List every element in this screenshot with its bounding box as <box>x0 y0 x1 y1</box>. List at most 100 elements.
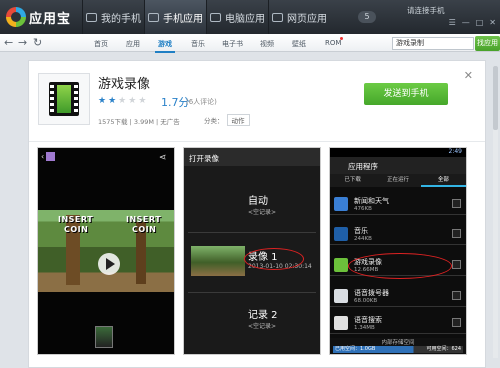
nav-ebooks[interactable]: 电子书 <box>222 39 243 49</box>
refresh-icon[interactable]: ↻ <box>33 36 42 49</box>
scroll-thumb[interactable] <box>493 66 498 130</box>
nav-rom[interactable]: ROM <box>325 39 341 47</box>
app-size: 68.00KB <box>354 298 378 304</box>
title-bar: 应用宝 我的手机 手机应用 电脑应用 网页应用 5 请连接手机 ☰ — □ ✕ <box>0 0 500 34</box>
list-item: 音乐 244KB <box>330 223 466 245</box>
checkbox <box>452 291 461 300</box>
nav-games[interactable]: 游戏 <box>155 39 175 53</box>
slot-label: 记录 2 <box>248 310 278 321</box>
film-icon <box>49 82 79 116</box>
free-space: 可用空间：624 <box>426 346 461 352</box>
checkbox <box>452 260 461 269</box>
download-count: 1575下载 <box>98 118 128 126</box>
search-button[interactable]: 找应用 <box>475 36 500 51</box>
back-icon[interactable]: ← <box>4 36 13 49</box>
slot-thumbnail <box>191 246 245 276</box>
maximize-icon[interactable]: □ <box>476 18 484 27</box>
app-size: 3.99M <box>133 118 154 126</box>
tab-downloaded: 已下载 <box>344 177 361 183</box>
divider <box>188 292 316 293</box>
screenshot-2[interactable]: 打开录像 自动 <空记录> 录像 1 2013-01-10 02:30:14 记… <box>183 147 321 355</box>
divider <box>188 232 316 233</box>
app-name: 游戏录像 <box>98 77 151 92</box>
window-controls: ☰ — □ ✕ <box>449 18 496 27</box>
tab-label: 手机应用 <box>163 13 203 25</box>
tab-my-phone[interactable]: 我的手机 <box>82 0 144 34</box>
notification-badge[interactable]: 5 <box>358 11 376 23</box>
screen-title: 应用程序 <box>330 157 466 174</box>
category-label: 分类： <box>204 117 224 125</box>
app-meta: 1575下载 | 3.99M | 无广告 <box>98 118 180 126</box>
monitor-icon <box>210 12 221 22</box>
scrollbar[interactable] <box>493 66 498 358</box>
app-size: 244KB <box>354 236 372 242</box>
new-dot-icon <box>340 37 343 40</box>
app-title: 应用宝 <box>29 12 72 27</box>
app-name: 新闻和天气 <box>354 197 389 205</box>
tab-running: 正在运行 <box>386 177 409 183</box>
highlight-circle <box>348 253 452 279</box>
review-count[interactable]: (6人评论) <box>186 97 217 107</box>
checkbox <box>452 199 461 208</box>
list-item: 语音搜索 1.34MB <box>330 312 466 334</box>
news-weather-icon <box>334 197 348 211</box>
play-icon[interactable] <box>98 253 120 275</box>
minimize-icon[interactable]: — <box>462 18 470 27</box>
send-to-phone-button[interactable]: 发送到手机 <box>364 83 448 105</box>
dialog-title: 打开录像 <box>184 148 320 166</box>
screenshot-1[interactable]: ‹ ⋖ INSERT INSERT COIN COIN <box>37 147 175 355</box>
close-icon[interactable]: ✕ <box>489 18 496 27</box>
game-scene: INSERT INSERT COIN COIN <box>38 210 174 292</box>
slot-2: 记录 2 <空记录> <box>248 306 278 330</box>
search-input[interactable]: 游戏录制 <box>392 37 474 50</box>
thumbnail <box>95 326 113 348</box>
screenshot-3[interactable]: 2:49 应用程序 已下载 正在运行 全部 新闻和天气 476KB 音乐 244… <box>329 147 467 355</box>
slot-sub: <空记录> <box>248 209 277 216</box>
app-logo-icon <box>6 7 26 27</box>
app-tabs: 已下载 正在运行 全部 <box>330 174 466 187</box>
game-text: INSERT <box>126 215 162 224</box>
nav-apps[interactable]: 应用 <box>126 39 140 49</box>
forward-icon[interactable]: → <box>18 36 27 49</box>
microphone-icon <box>334 316 348 330</box>
menu-icon[interactable]: ☰ <box>449 18 456 27</box>
film-icon <box>334 258 348 272</box>
tab-label: 电脑应用 <box>225 13 265 25</box>
checkbox <box>452 318 461 327</box>
list-item: 新闻和天气 476KB <box>330 193 466 215</box>
status-bar: 2:49 <box>330 148 466 157</box>
dialer-icon <box>334 289 348 303</box>
category: 分类： 动作 <box>204 114 250 126</box>
divider <box>29 141 485 142</box>
highlight-circle <box>244 248 304 270</box>
nav-home[interactable]: 首页 <box>94 39 108 49</box>
nav-music[interactable]: 音乐 <box>191 39 205 49</box>
slot-label: 自动 <box>248 196 268 207</box>
app-name: 语音搜索 <box>354 316 382 324</box>
phone-icon <box>86 12 97 22</box>
tab-phone-apps[interactable]: 手机应用 <box>144 0 206 34</box>
app-detail-panel: ✕ 游戏录像 ★ ★ ★ ★ ★ 1.7分 (6人评论) 1575下载 | 3.… <box>28 60 486 368</box>
nav-bar: ← → ↻ 首页 应用 游戏 音乐 电子书 视频 壁纸 ROM 游戏录制 找应用 <box>0 34 500 53</box>
list-item: 语音拨号器 68.00KB <box>330 285 466 307</box>
close-icon[interactable]: ✕ <box>464 69 473 82</box>
apps-icon <box>148 12 159 22</box>
nav-wallpaper[interactable]: 壁纸 <box>292 39 306 49</box>
star-half-icon: ★ <box>108 96 117 106</box>
storage-label: 内部存储空间 <box>381 340 415 346</box>
storage-bar: 已用空间：1.0GB 可用空间：624 <box>333 346 463 353</box>
music-icon <box>334 227 348 241</box>
game-text: INSERT <box>58 215 94 224</box>
star-icon: ★ <box>98 96 107 106</box>
app-icon <box>38 73 90 125</box>
tab-web-apps[interactable]: 网页应用 <box>268 0 330 34</box>
tab-label: 我的手机 <box>101 13 141 25</box>
star-icon: ★ <box>118 96 127 106</box>
nav-video[interactable]: 视频 <box>260 39 274 49</box>
category-tag[interactable]: 动作 <box>226 114 250 126</box>
tab-pc-apps[interactable]: 电脑应用 <box>206 0 268 34</box>
slot-auto: 自动 <空记录> <box>248 192 276 216</box>
star-icon: ★ <box>128 96 137 106</box>
app-mini-icon <box>46 152 55 161</box>
connect-phone-label[interactable]: 请连接手机 <box>407 5 445 16</box>
